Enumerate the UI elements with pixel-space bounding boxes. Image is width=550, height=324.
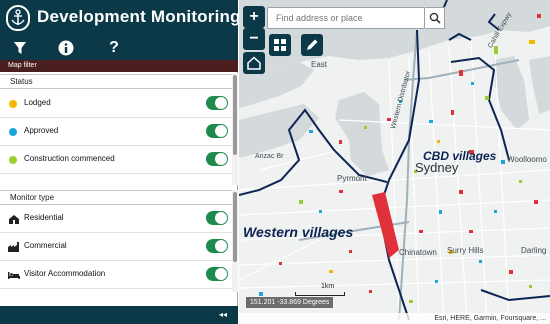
construction-dot-icon — [9, 156, 17, 164]
home-button[interactable] — [243, 52, 265, 74]
status-scrollbar[interactable] — [232, 73, 238, 185]
map-label-chinatown: Chinatown — [399, 248, 437, 257]
map-label-east: East — [311, 60, 328, 69]
search-icon — [429, 12, 441, 24]
visitor-toggle[interactable] — [206, 267, 228, 281]
status-row-construction: Construction commenced — [0, 146, 232, 174]
map-label-anzac: Anzac Br — [255, 153, 284, 160]
zoom-in-button[interactable]: + — [243, 6, 265, 28]
help-icon: ? — [109, 39, 119, 56]
approved-dot-icon — [9, 128, 17, 136]
search-button[interactable] — [425, 7, 445, 29]
scale-label: 1km — [321, 283, 335, 290]
anchor-logo-icon — [6, 5, 30, 31]
commercial-toggle[interactable] — [206, 239, 228, 253]
map-label-darling: Darling — [521, 246, 547, 255]
home-icon — [247, 56, 261, 70]
status-label: Construction commenced — [24, 154, 115, 163]
app-header: Development Monitoring — [0, 0, 241, 36]
info-button[interactable] — [56, 38, 76, 58]
residential-toggle[interactable] — [206, 211, 228, 225]
status-row-lodged: Lodged — [0, 90, 232, 118]
filter-button[interactable] — [10, 38, 30, 58]
filter-icon — [14, 42, 26, 54]
monitor-row-commercial: Commercial — [0, 233, 232, 261]
monitor-label: Visitor Accommodation — [24, 269, 106, 278]
status-label: Approved — [24, 126, 59, 135]
search-input[interactable] — [267, 7, 425, 29]
monitor-scrollbar[interactable] — [232, 190, 238, 292]
basemap-gallery-button[interactable] — [269, 34, 291, 56]
bed-icon — [8, 272, 20, 279]
app-title: Development Monitoring — [37, 7, 241, 26]
construction-toggle[interactable] — [206, 152, 228, 166]
factory-icon — [8, 242, 19, 252]
cbd-villages-label: CBD villages — [423, 149, 497, 163]
map-attribution: Esri, HERE, Garmin, Foursquare, ... — [239, 313, 550, 324]
house-icon — [9, 215, 19, 224]
panel-footer: ◂◂ — [0, 306, 238, 324]
grid-icon — [274, 39, 286, 51]
info-icon — [58, 40, 74, 56]
toolbar: ? — [0, 36, 238, 60]
lodged-toggle[interactable] — [206, 96, 228, 110]
monitor-type-header: Monitor type — [0, 190, 232, 205]
western-villages-label: Western villages — [243, 224, 354, 240]
coordinates-readout: 151.201 -33.869 Degrees — [246, 297, 334, 308]
pencil-icon — [307, 39, 318, 50]
side-panel: Development Monitoring ? Map filter Stat… — [0, 0, 241, 324]
monitor-label: Residential — [24, 213, 64, 222]
map-label-woolloomooloo: Woolloomo — [507, 155, 547, 164]
status-header: Status — [0, 74, 232, 89]
lodged-dot-icon — [9, 100, 17, 108]
scale-bar — [295, 292, 345, 296]
monitor-row-visitor: Visitor Accommodation — [0, 261, 232, 289]
monitor-label: Commercial — [24, 241, 67, 250]
monitor-row-residential: Residential — [0, 205, 232, 233]
map-label-surry-hills: Surry Hills — [447, 246, 484, 255]
help-button[interactable]: ? — [104, 38, 124, 58]
approved-toggle[interactable] — [206, 124, 228, 138]
measure-button[interactable] — [301, 34, 323, 56]
status-label: Lodged — [24, 98, 51, 107]
map-filter-label: Map filter — [0, 60, 238, 72]
map-label-pyrmont: Pyrmont — [337, 174, 367, 183]
status-row-approved: Approved — [0, 118, 232, 146]
collapse-panel-button[interactable]: ◂◂ — [214, 309, 232, 321]
map-view[interactable]: East Anzac Br Pyrmont Sydney Chinatown S… — [239, 0, 550, 324]
zoom-out-button[interactable]: − — [243, 28, 265, 50]
